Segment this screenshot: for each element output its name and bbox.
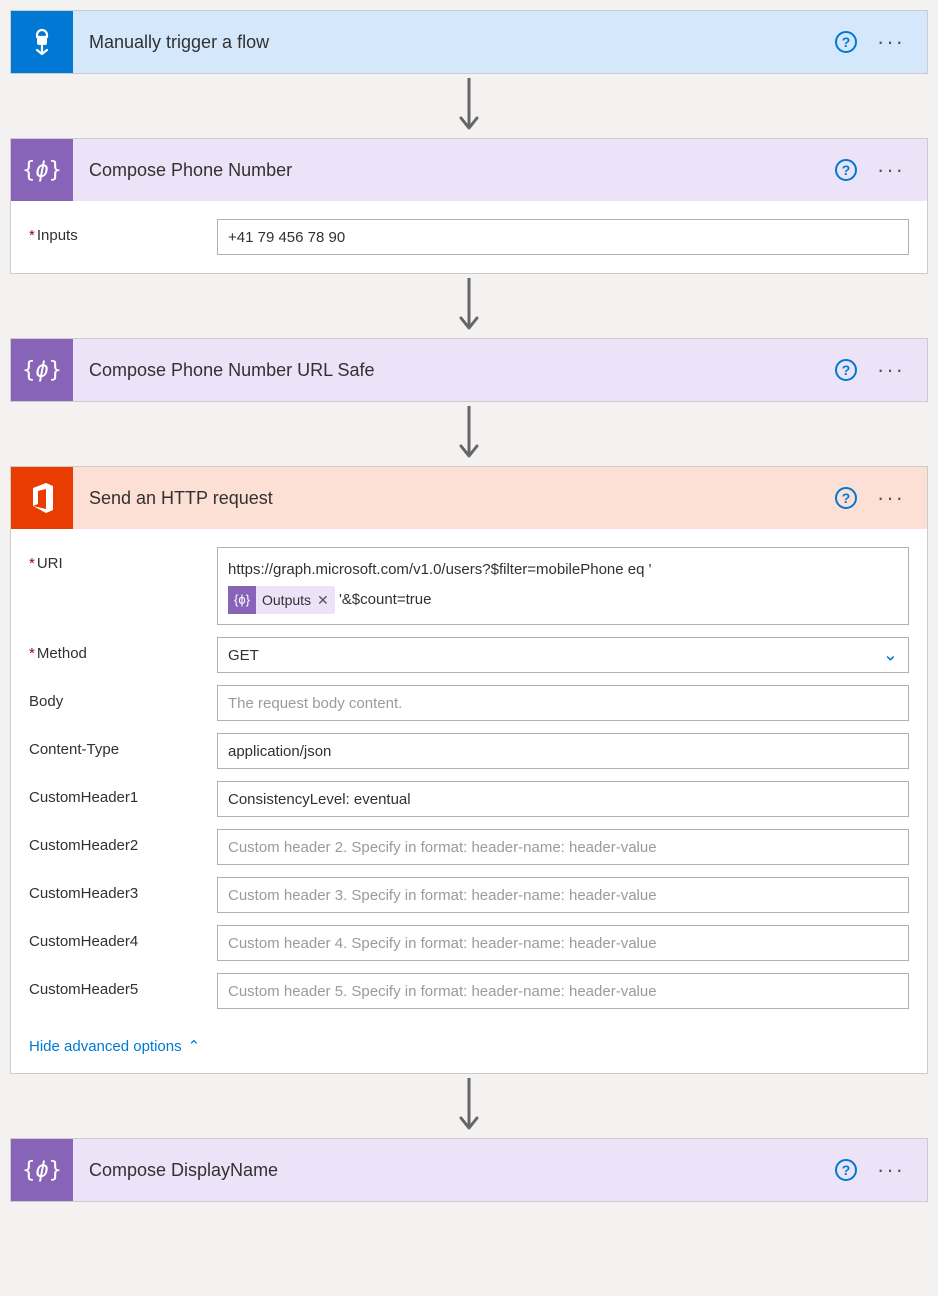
step-compose-url-safe: {ϕ} Compose Phone Number URL Safe ? ··· [10,338,928,402]
step-header[interactable]: {ϕ} Compose DisplayName ? ··· [11,1139,927,1201]
hide-advanced-text: Hide advanced options [29,1038,182,1055]
compose-icon: {ϕ} [228,586,256,614]
chevron-down-icon: ⌄ [883,645,898,666]
compose-icon: {ϕ} [11,139,73,201]
outputs-token[interactable]: {ϕ} Outputs ✕ [228,586,335,614]
hide-advanced-link[interactable]: Hide advanced options ⌃ [11,1027,927,1073]
step-compose-displayname: {ϕ} Compose DisplayName ? ··· [10,1138,928,1202]
help-icon[interactable]: ? [835,31,857,53]
customheader1-field[interactable]: ConsistencyLevel: eventual [217,781,909,817]
help-icon[interactable]: ? [835,359,857,381]
step-body: Inputs +41 79 456 78 90 [11,201,927,273]
step-body: URI https://graph.microsoft.com/v1.0/use… [11,529,927,1027]
step-title: Compose Phone Number URL Safe [89,360,819,381]
connector-arrow [10,274,928,338]
more-icon[interactable]: ··· [873,159,909,181]
office-icon [11,467,73,529]
step-header[interactable]: Send an HTTP request ? ··· [11,467,927,529]
chevron-up-icon: ⌃ [188,1037,201,1055]
uri-text-after: '&$count=true [339,591,432,608]
method-value: GET [228,647,259,664]
customheader1-label: CustomHeader1 [29,781,209,806]
customheader5-field[interactable]: Custom header 5. Specify in format: head… [217,973,909,1009]
step-http-request: Send an HTTP request ? ··· URI https://g… [10,466,928,1074]
step-title: Compose Phone Number [89,160,819,181]
more-icon[interactable]: ··· [873,487,909,509]
step-title: Send an HTTP request [89,488,819,509]
button-icon [11,11,73,73]
customheader2-field[interactable]: Custom header 2. Specify in format: head… [217,829,909,865]
uri-field[interactable]: https://graph.microsoft.com/v1.0/users?$… [217,547,909,625]
uri-label: URI [29,547,209,572]
content-type-label: Content-Type [29,733,209,758]
step-manual-trigger: Manually trigger a flow ? ··· [10,10,928,74]
compose-icon: {ϕ} [11,339,73,401]
more-icon[interactable]: ··· [873,359,909,381]
close-icon[interactable]: ✕ [317,586,329,614]
more-icon[interactable]: ··· [873,31,909,53]
step-header[interactable]: {ϕ} Compose Phone Number URL Safe ? ··· [11,339,927,401]
inputs-value: +41 79 456 78 90 [228,229,345,246]
content-type-field[interactable]: application/json [217,733,909,769]
more-icon[interactable]: ··· [873,1159,909,1181]
step-title: Compose DisplayName [89,1160,819,1181]
customheader2-label: CustomHeader2 [29,829,209,854]
body-label: Body [29,685,209,710]
inputs-label: Inputs [29,219,209,244]
method-select[interactable]: GET ⌄ [217,637,909,673]
help-icon[interactable]: ? [835,159,857,181]
connector-arrow [10,402,928,466]
help-icon[interactable]: ? [835,1159,857,1181]
customheader4-field[interactable]: Custom header 4. Specify in format: head… [217,925,909,961]
method-label: Method [29,637,209,662]
compose-icon: {ϕ} [11,1139,73,1201]
connector-arrow [10,1074,928,1138]
token-label: Outputs [262,586,317,614]
step-title: Manually trigger a flow [89,32,819,53]
step-header[interactable]: {ϕ} Compose Phone Number ? ··· [11,139,927,201]
connector-arrow [10,74,928,138]
step-header[interactable]: Manually trigger a flow ? ··· [11,11,927,73]
customheader3-label: CustomHeader3 [29,877,209,902]
customheader4-label: CustomHeader4 [29,925,209,950]
uri-text-before: https://graph.microsoft.com/v1.0/users?$… [228,561,652,578]
inputs-field[interactable]: +41 79 456 78 90 [217,219,909,255]
customheader3-field[interactable]: Custom header 3. Specify in format: head… [217,877,909,913]
help-icon[interactable]: ? [835,487,857,509]
customheader5-label: CustomHeader5 [29,973,209,998]
step-compose-phone: {ϕ} Compose Phone Number ? ··· Inputs +4… [10,138,928,274]
body-field[interactable]: The request body content. [217,685,909,721]
